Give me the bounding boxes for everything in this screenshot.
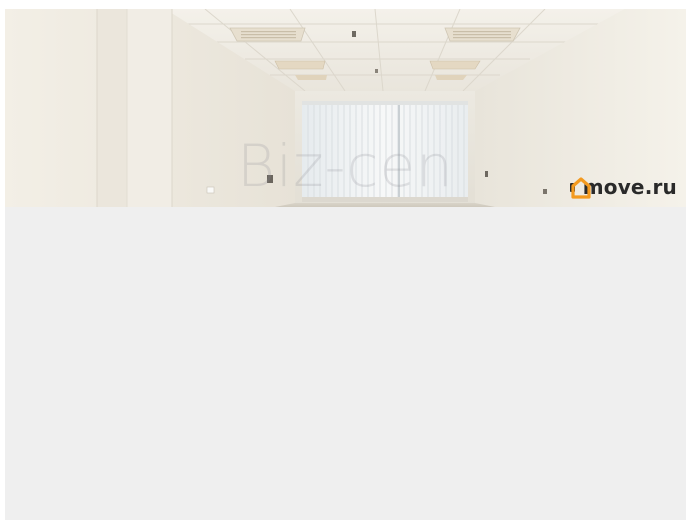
office-photo: Biz-cen move.ru bbox=[5, 9, 686, 207]
brand-logo: move.ru bbox=[569, 175, 677, 199]
brand-name: move.ru bbox=[582, 175, 677, 199]
empty-content-area bbox=[5, 207, 686, 520]
image-frame: Biz-cen move.ru bbox=[5, 9, 686, 520]
house-icon bbox=[571, 177, 591, 199]
watermark-text: Biz-cen bbox=[237, 132, 454, 200]
